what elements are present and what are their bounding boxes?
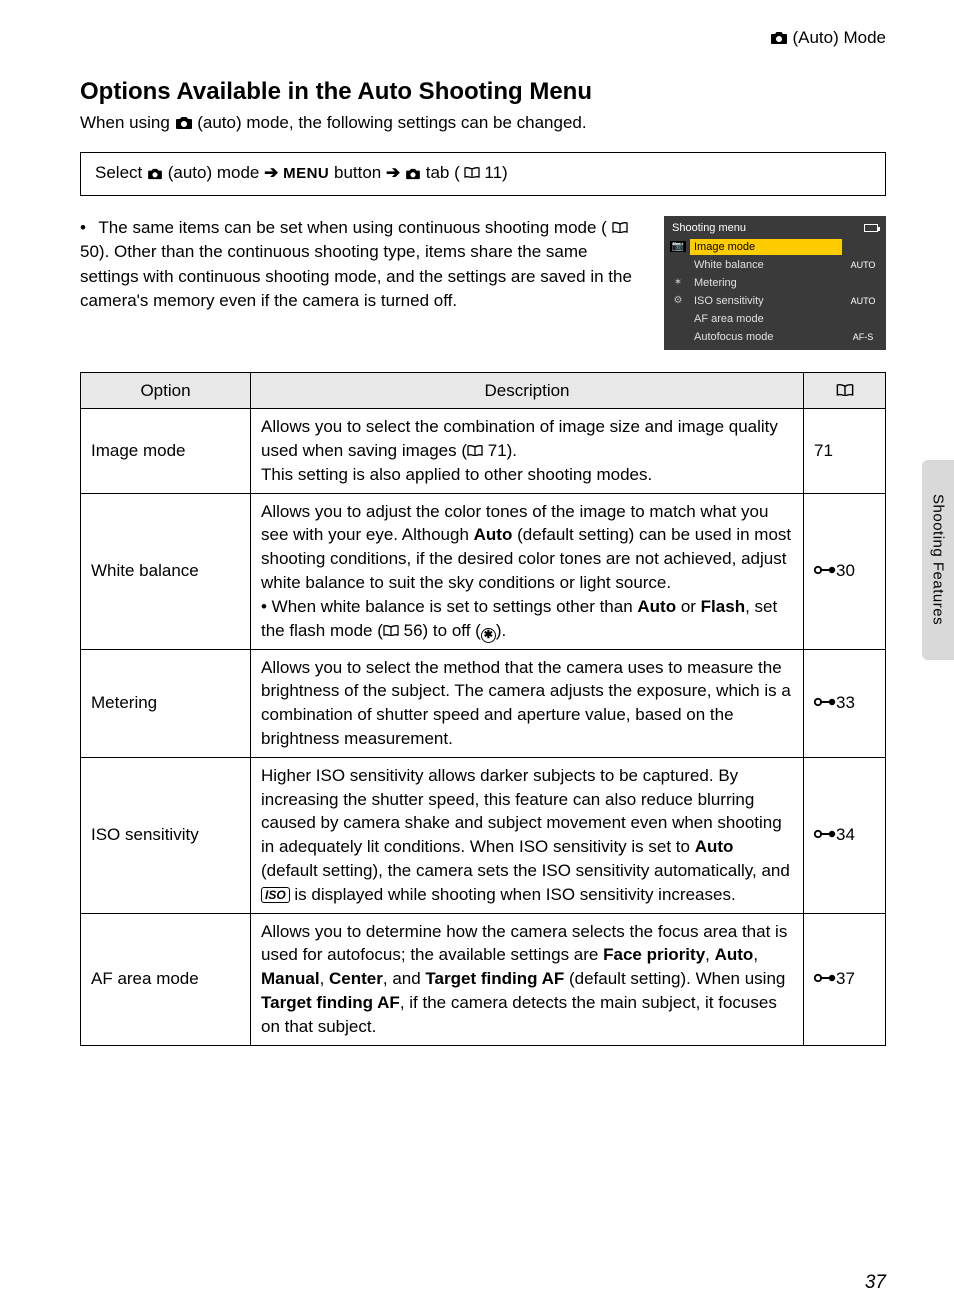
intro-before: When using: [80, 113, 175, 132]
nav-page-ref: 11): [484, 163, 507, 182]
lcd-row-value: AUTO: [846, 296, 880, 306]
lcd-row-label: White balance: [690, 257, 842, 273]
camera-icon: [147, 165, 163, 185]
camera-icon: [405, 165, 421, 185]
book-icon: [383, 623, 399, 639]
table-row: Image modeAllows you to select the combi…: [81, 409, 886, 493]
header-mode-text: (Auto) Mode: [792, 28, 886, 47]
book-icon: [467, 443, 483, 459]
cell-option: Image mode: [81, 409, 251, 493]
table-row: ISO sensitivityHigher ISO sensitivity al…: [81, 757, 886, 913]
bold-term: Auto: [695, 837, 734, 856]
table-row: AF area modeAllows you to determine how …: [81, 913, 886, 1045]
lcd-row-label: Autofocus mode: [690, 329, 842, 345]
lcd-row-label: Image mode: [690, 239, 842, 255]
lcd-title: Shooting menu: [672, 222, 746, 234]
table-row: White balanceAllows you to adjust the co…: [81, 493, 886, 649]
cell-description: Allows you to select the combination of …: [251, 409, 804, 493]
bullet-dot: •: [80, 216, 94, 241]
reference-section-icon: [814, 696, 836, 711]
bold-term: Face priority: [603, 945, 705, 964]
cell-reference: 30: [804, 493, 886, 649]
reference-section-icon: [814, 564, 836, 579]
lcd-row-value: AF-S: [846, 332, 880, 342]
cell-option: AF area mode: [81, 913, 251, 1045]
lcd-menu-row: AF area mode: [668, 310, 882, 328]
camera-icon: [175, 112, 193, 138]
lcd-menu-row: ✶ Metering: [668, 274, 882, 292]
reference-section-icon: [814, 828, 836, 843]
lcd-menu-row: Autofocus mode AF-S: [668, 328, 882, 346]
bold-term: Flash: [701, 597, 745, 616]
page-number: 37: [865, 1272, 886, 1294]
menu-button-label: MENU: [283, 165, 329, 182]
cell-option: ISO sensitivity: [81, 757, 251, 913]
cell-description: Allows you to determine how the camera s…: [251, 913, 804, 1045]
lcd-screenshot: Shooting menu 📷 Image mode White balance AU…: [664, 216, 886, 350]
lcd-row-icon: 📷: [670, 241, 686, 252]
book-icon: [612, 220, 628, 236]
th-description: Description: [251, 372, 804, 409]
lcd-row-icon: ✶: [670, 277, 686, 288]
nav-tab-word: tab (: [426, 163, 460, 182]
lcd-row-icon: ⚙: [670, 295, 686, 306]
lcd-menu-row: 📷 Image mode: [668, 238, 882, 256]
nav-auto-mode: (auto) mode: [168, 163, 264, 182]
cell-option: Metering: [81, 649, 251, 757]
book-icon: [464, 165, 484, 181]
lcd-row-label: AF area mode: [690, 311, 842, 327]
bold-term: Center: [329, 969, 383, 988]
lcd-menu-row: ⚙ ISO sensitivity AUTO: [668, 292, 882, 310]
th-option: Option: [81, 372, 251, 409]
lcd-menu-row: White balance AUTO: [668, 256, 882, 274]
flash-off-icon: ✱: [481, 628, 496, 643]
intro-after: (auto) mode, the following settings can …: [197, 113, 586, 132]
bold-term: Target finding AF: [261, 993, 400, 1012]
cell-reference: 37: [804, 913, 886, 1045]
navigation-box: Select (auto) mode ➔ MENU button ➔ tab (…: [80, 152, 886, 196]
th-reference: [804, 372, 886, 409]
lcd-row-label: ISO sensitivity: [690, 293, 842, 309]
bullet-list: • The same items can be set when using c…: [80, 216, 648, 350]
iso-badge-icon: ISO: [261, 887, 290, 903]
battery-icon: [864, 224, 878, 232]
intro-text: When using (auto) mode, the following se…: [80, 110, 886, 138]
bullet-text-1: The same items can be set when using con…: [98, 218, 606, 237]
reference-section-icon: [814, 972, 836, 987]
lcd-row-label: Metering: [690, 275, 842, 291]
page-content: (Auto) Mode Options Available in the Aut…: [0, 0, 954, 1046]
cell-reference: 34: [804, 757, 886, 913]
cell-description: Allows you to adjust the color tones of …: [251, 493, 804, 649]
book-icon: [836, 383, 854, 399]
nav-select: Select: [95, 163, 147, 182]
arrow-icon: ➔: [386, 163, 400, 182]
bullet-text-2: 50). Other than the continuous shooting …: [80, 242, 632, 310]
cell-option: White balance: [81, 493, 251, 649]
cell-description: Allows you to select the method that the…: [251, 649, 804, 757]
bold-term: Auto: [474, 525, 513, 544]
page-header: (Auto) Mode: [80, 28, 886, 50]
arrow-icon: ➔: [264, 163, 278, 182]
bold-term: Auto: [715, 945, 754, 964]
cell-description: Higher ISO sensitivity allows darker sub…: [251, 757, 804, 913]
section-tab: Shooting Features: [922, 460, 954, 660]
cell-reference: 71: [804, 409, 886, 493]
table-header-row: Option Description: [81, 372, 886, 409]
section-tab-label: Shooting Features: [930, 494, 947, 625]
nav-button-word: button: [334, 163, 386, 182]
options-table: Option Description Image modeAllows you …: [80, 372, 886, 1046]
camera-icon: [770, 30, 788, 50]
table-row: MeteringAllows you to select the method …: [81, 649, 886, 757]
cell-reference: 33: [804, 649, 886, 757]
bold-term: Target finding AF: [425, 969, 564, 988]
lcd-row-value: AUTO: [846, 260, 880, 270]
bullet-body: The same items can be set when using con…: [80, 218, 632, 311]
bold-term: Auto: [637, 597, 676, 616]
bold-term: Manual: [261, 969, 320, 988]
lcd-title-row: Shooting menu: [668, 220, 882, 238]
content-row: • The same items can be set when using c…: [80, 216, 886, 350]
page-title: Options Available in the Auto Shooting M…: [80, 78, 886, 106]
